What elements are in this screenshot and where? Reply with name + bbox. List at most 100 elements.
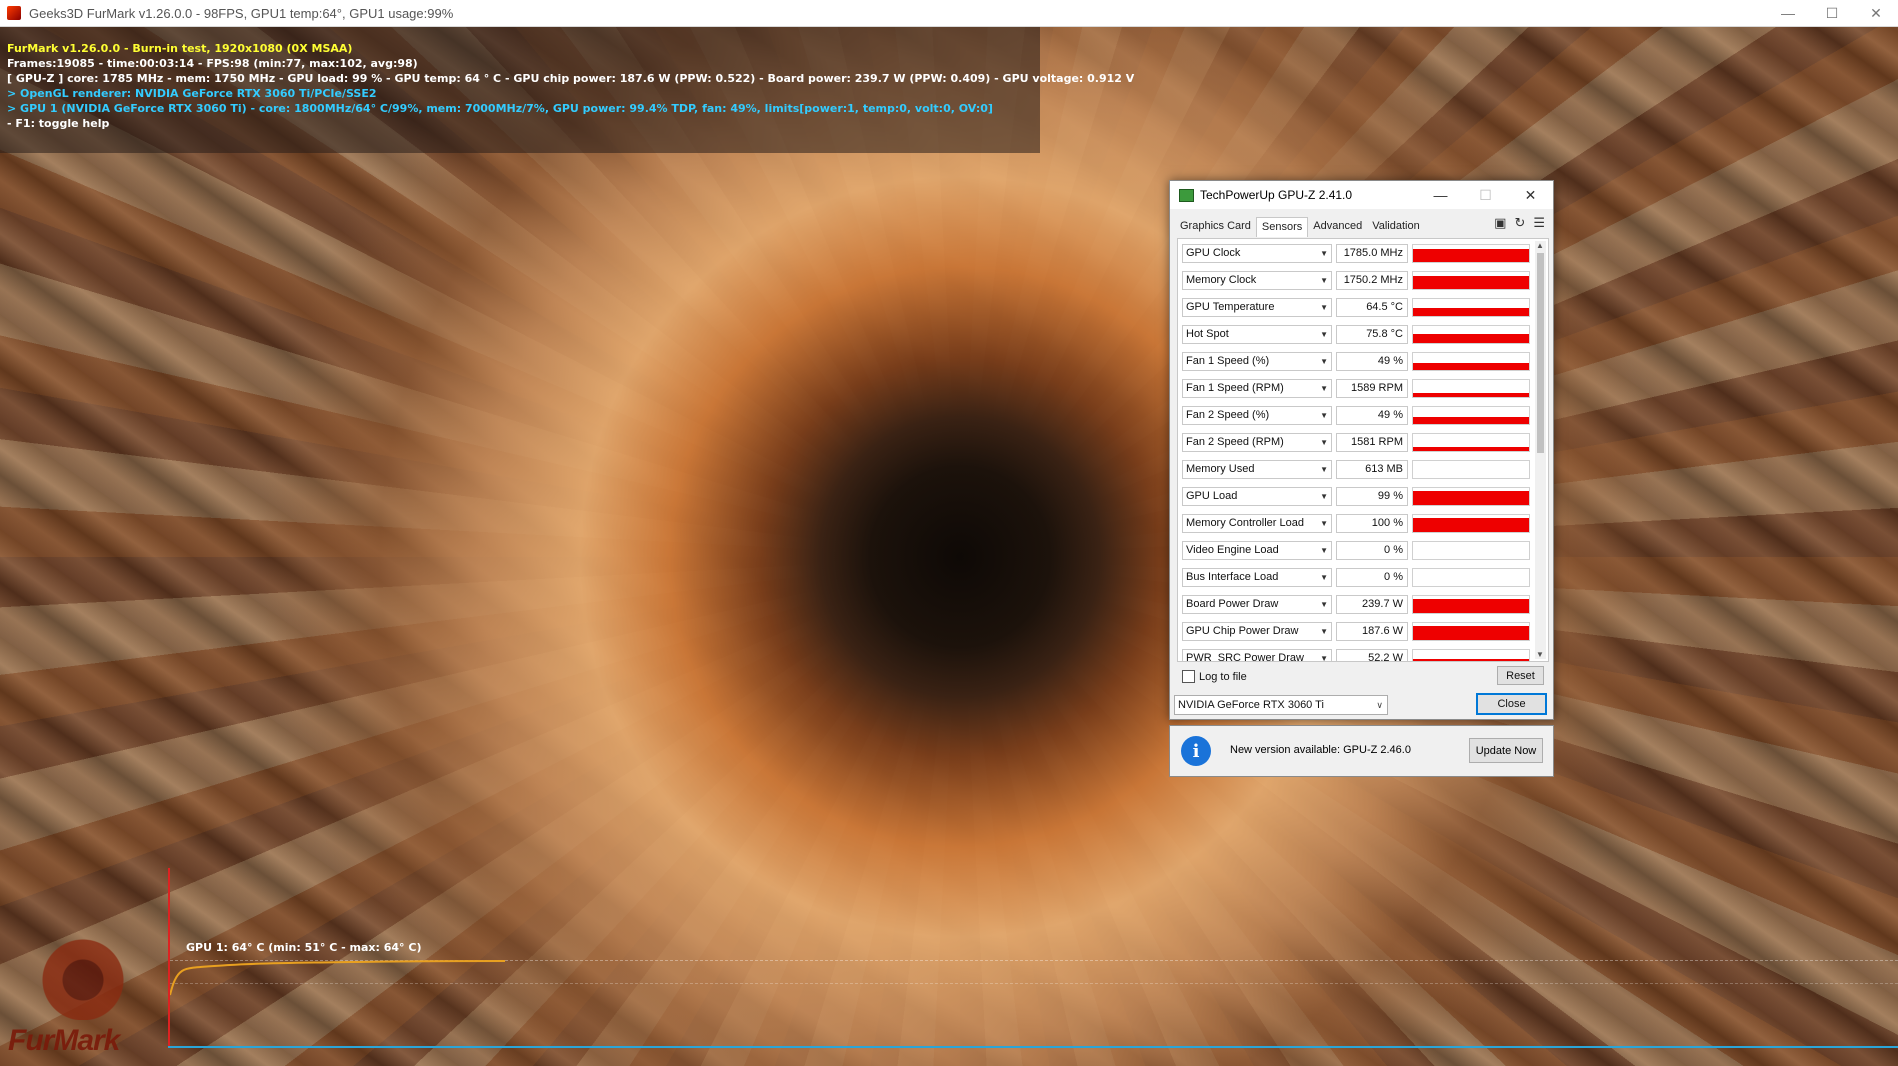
overlay-line-frames: Frames:19085 - time:00:03:14 - FPS:98 (m… <box>7 57 418 70</box>
sensor-name-label: Board Power Draw <box>1186 598 1279 610</box>
overlay-line-gpu1: > GPU 1 (NVIDIA GeForce RTX 3060 Ti) - c… <box>7 102 993 115</box>
minimize-button[interactable]: — <box>1766 0 1810 26</box>
sensor-name-label: Bus Interface Load <box>1186 571 1279 583</box>
overlay-line-title: FurMark v1.26.0.0 - Burn-in test, 1920x1… <box>7 42 353 55</box>
sensor-name-dropdown[interactable]: PWR_SRC Power Draw ▼ <box>1182 649 1332 662</box>
sensor-row: Bus Interface Load ▼ 0 % <box>1182 567 1530 589</box>
sensor-graph <box>1412 649 1530 661</box>
dropdown-arrow-icon[interactable]: ▼ <box>1320 623 1328 640</box>
sensor-value: 1750.2 MHz <box>1336 271 1408 290</box>
update-now-button[interactable]: Update Now <box>1469 738 1543 763</box>
dropdown-arrow-icon[interactable]: ▼ <box>1320 353 1328 370</box>
sensor-name-dropdown[interactable]: Fan 2 Speed (RPM) ▼ <box>1182 433 1332 452</box>
dropdown-arrow-icon[interactable]: ▼ <box>1320 461 1328 478</box>
sensor-value: 1785.0 MHz <box>1336 244 1408 263</box>
overlay-line-help: - F1: toggle help <box>7 117 110 130</box>
sensor-name-label: Video Engine Load <box>1186 544 1279 556</box>
device-select[interactable]: NVIDIA GeForce RTX 3060 Ti ∨ <box>1174 695 1388 715</box>
dropdown-arrow-icon[interactable]: ▼ <box>1320 650 1328 661</box>
sensor-name-label: Fan 1 Speed (%) <box>1186 355 1270 367</box>
dropdown-arrow-icon[interactable]: ▼ <box>1320 299 1328 316</box>
furmark-app-icon <box>7 6 21 20</box>
close-window-button[interactable]: ✕ <box>1854 0 1898 26</box>
dropdown-arrow-icon[interactable]: ▼ <box>1320 569 1328 586</box>
dropdown-arrow-icon[interactable]: ▼ <box>1320 407 1328 424</box>
dropdown-arrow-icon[interactable]: ▼ <box>1320 272 1328 289</box>
sensor-name-dropdown[interactable]: Memory Controller Load ▼ <box>1182 514 1332 533</box>
sensor-name-label: Fan 2 Speed (RPM) <box>1186 436 1284 448</box>
sensor-graph-bar <box>1413 491 1529 505</box>
sensor-name-label: Memory Clock <box>1186 274 1257 286</box>
log-to-file-checkbox[interactable] <box>1182 670 1195 683</box>
sensor-name-dropdown[interactable]: Fan 2 Speed (%) ▼ <box>1182 406 1332 425</box>
gpuz-window: TechPowerUp GPU-Z 2.41.0 — ☐ ✕ Graphics … <box>1169 180 1554 720</box>
sensor-graph-bar <box>1413 417 1529 424</box>
sensor-name-label: Fan 2 Speed (%) <box>1186 409 1270 421</box>
sensor-graph <box>1412 433 1530 452</box>
dropdown-arrow-icon[interactable]: ▼ <box>1320 488 1328 505</box>
refresh-icon[interactable]: ↻ <box>1514 215 1525 231</box>
sensor-graph-bar <box>1413 333 1529 343</box>
sensor-name-dropdown[interactable]: GPU Clock ▼ <box>1182 244 1332 263</box>
gpuz-titlebar[interactable]: TechPowerUp GPU-Z 2.41.0 — ☐ ✕ <box>1170 181 1553 209</box>
sensor-value: 1589 RPM <box>1336 379 1408 398</box>
sensor-name-dropdown[interactable]: GPU Chip Power Draw ▼ <box>1182 622 1332 641</box>
sensor-graph <box>1412 514 1530 533</box>
dropdown-arrow-icon[interactable]: ▼ <box>1320 515 1328 532</box>
gpuz-close-button[interactable]: ✕ <box>1508 181 1553 209</box>
sensor-name-dropdown[interactable]: Bus Interface Load ▼ <box>1182 568 1332 587</box>
sensor-graph-bar <box>1413 393 1529 397</box>
sensor-name-label: Hot Spot <box>1186 328 1229 340</box>
close-button[interactable]: Close <box>1476 693 1547 715</box>
tab-validation[interactable]: Validation <box>1367 217 1425 237</box>
tab-advanced[interactable]: Advanced <box>1308 217 1367 237</box>
info-icon: i <box>1181 736 1211 766</box>
reset-button[interactable]: Reset <box>1497 666 1544 685</box>
sensor-graph-bar <box>1413 599 1529 613</box>
sensor-value: 49 % <box>1336 406 1408 425</box>
sensor-name-dropdown[interactable]: Hot Spot ▼ <box>1182 325 1332 344</box>
sensor-name-label: PWR_SRC Power Draw <box>1186 652 1304 662</box>
sensor-graph <box>1412 244 1530 263</box>
furmark-logo: FurMark <box>8 920 158 1060</box>
dropdown-arrow-icon[interactable]: ▼ <box>1320 245 1328 262</box>
sensor-name-dropdown[interactable]: GPU Temperature ▼ <box>1182 298 1332 317</box>
sensor-name-dropdown[interactable]: GPU Load ▼ <box>1182 487 1332 506</box>
device-select-value: NVIDIA GeForce RTX 3060 Ti <box>1178 699 1324 711</box>
sensor-value: 52.2 W <box>1336 649 1408 661</box>
sensor-graph-bar <box>1413 658 1529 661</box>
sensor-value: 49 % <box>1336 352 1408 371</box>
sensor-name-dropdown[interactable]: Memory Clock ▼ <box>1182 271 1332 290</box>
sensor-row: GPU Chip Power Draw ▼ 187.6 W <box>1182 621 1530 643</box>
dropdown-arrow-icon[interactable]: ▼ <box>1320 326 1328 343</box>
sensors-scrollbar[interactable]: ▲ ▼ <box>1535 241 1546 659</box>
sensor-name-label: Memory Controller Load <box>1186 517 1304 529</box>
sensor-name-dropdown[interactable]: Board Power Draw ▼ <box>1182 595 1332 614</box>
sensor-name-label: GPU Clock <box>1186 247 1241 259</box>
sensor-name-dropdown[interactable]: Memory Used ▼ <box>1182 460 1332 479</box>
dropdown-arrow-icon[interactable]: ▼ <box>1320 434 1328 451</box>
menu-icon[interactable]: ☰ <box>1533 215 1545 231</box>
update-notification: i New version available: GPU-Z 2.46.0 Up… <box>1169 725 1554 777</box>
tab-graphics-card[interactable]: Graphics Card <box>1175 217 1256 237</box>
sensor-name-label: GPU Temperature <box>1186 301 1275 313</box>
scroll-up-icon[interactable]: ▲ <box>1536 241 1544 250</box>
sensor-row: Board Power Draw ▼ 239.7 W <box>1182 594 1530 616</box>
tab-sensors[interactable]: Sensors <box>1255 217 1309 237</box>
maximize-button[interactable]: ☐ <box>1810 0 1854 26</box>
gpuz-title: TechPowerUp GPU-Z 2.41.0 <box>1200 188 1353 202</box>
sensor-name-label: GPU Load <box>1186 490 1238 502</box>
dropdown-arrow-icon[interactable]: ▼ <box>1320 596 1328 613</box>
scroll-down-icon[interactable]: ▼ <box>1536 650 1544 659</box>
sensor-name-dropdown[interactable]: Fan 1 Speed (%) ▼ <box>1182 352 1332 371</box>
dropdown-arrow-icon[interactable]: ▼ <box>1320 542 1328 559</box>
sensor-name-dropdown[interactable]: Video Engine Load ▼ <box>1182 541 1332 560</box>
camera-icon[interactable]: ▣ <box>1494 215 1506 231</box>
gpuz-minimize-button[interactable]: — <box>1418 181 1463 209</box>
dropdown-arrow-icon[interactable]: ▼ <box>1320 380 1328 397</box>
sensor-name-dropdown[interactable]: Fan 1 Speed (RPM) ▼ <box>1182 379 1332 398</box>
sensor-graph <box>1412 406 1530 425</box>
log-to-file[interactable]: Log to file <box>1182 670 1247 683</box>
scrollbar-thumb[interactable] <box>1537 253 1544 453</box>
sensor-value: 0 % <box>1336 568 1408 587</box>
